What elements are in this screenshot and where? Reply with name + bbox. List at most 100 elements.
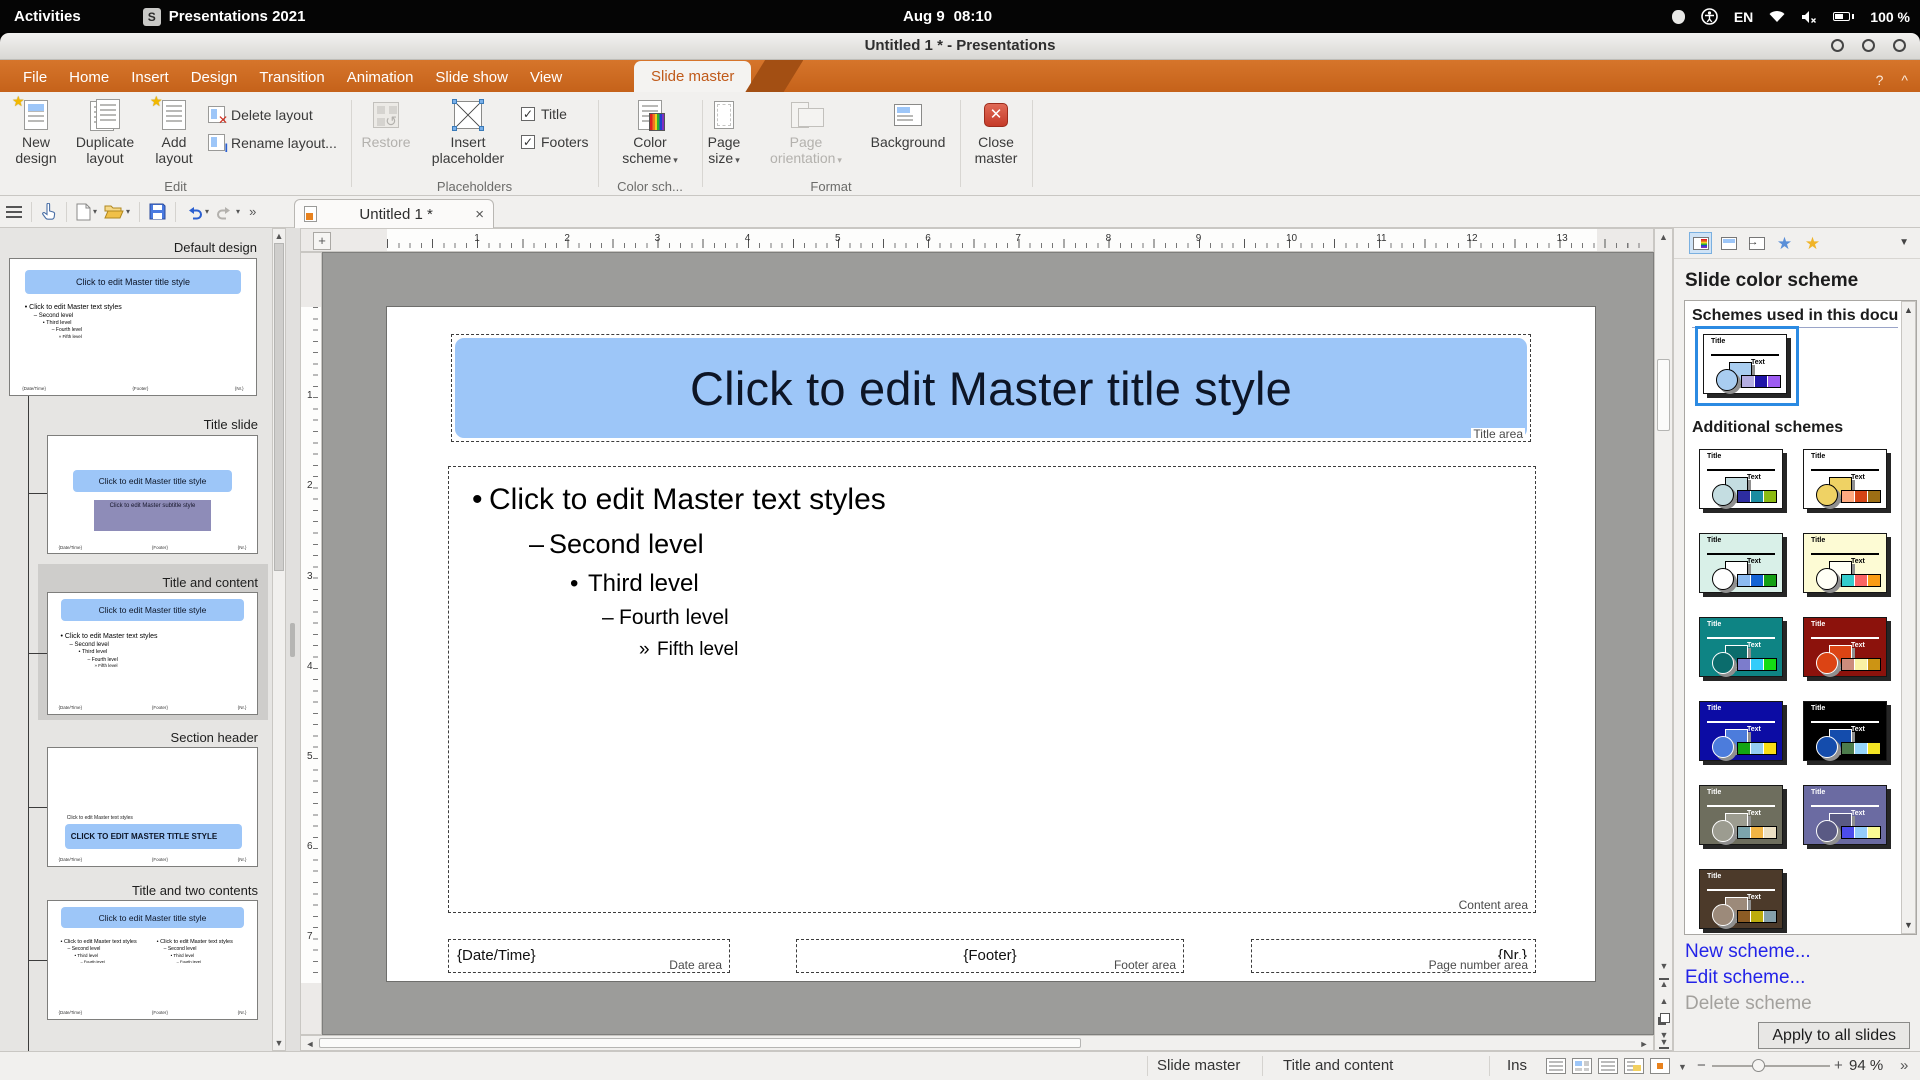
help-icon[interactable]: ? (1876, 72, 1884, 88)
color-scheme-thumbnail[interactable]: Title Text (1803, 533, 1887, 593)
scroll-up-icon[interactable]: ▲ (1902, 305, 1915, 315)
first-slide-icon[interactable]: ▲ (1656, 977, 1672, 992)
system-tray[interactable]: EN 100 % (1672, 0, 1910, 33)
activities-button[interactable]: Activities (14, 8, 81, 25)
insert-mode-status[interactable]: Ins (1507, 1057, 1527, 1074)
color-scheme-thumbnail[interactable]: Title Text (1803, 449, 1887, 509)
close-button[interactable] (1893, 39, 1906, 52)
master-text-level-1[interactable]: •Click to edit Master text styles (449, 481, 1535, 518)
last-slide-icon[interactable]: ▼ (1656, 1035, 1672, 1050)
content-placeholder[interactable]: •Click to edit Master text styles –Second… (448, 466, 1536, 913)
master-text-level-5[interactable]: »Fifth level (449, 638, 1535, 661)
ribbon-tab-view[interactable]: View (519, 62, 573, 92)
rename-layout-button[interactable]: IRename layout... (208, 134, 337, 151)
title-checkbox[interactable]: ✓Title (521, 106, 567, 122)
footers-checkbox[interactable]: ✓Footers (521, 134, 588, 150)
layout-thumbnail-content-selected[interactable]: Click to edit Master title style • Click… (47, 592, 258, 715)
notes-view-icon[interactable] (1624, 1058, 1644, 1074)
outline-view-icon[interactable] (1598, 1058, 1618, 1074)
close-document-icon[interactable]: × (475, 206, 484, 223)
panel-tab-favorites-blue-star-icon[interactable]: ★ (1773, 232, 1796, 254)
edit-scheme-link[interactable]: Edit scheme... (1685, 967, 1805, 989)
start-presentation-icon[interactable] (1650, 1058, 1670, 1074)
zoom-slider[interactable] (1712, 1065, 1830, 1067)
color-scheme-button[interactable]: Colorscheme▾ (612, 96, 688, 168)
panel-tab-color-scheme[interactable] (1689, 232, 1712, 254)
scroll-down-icon[interactable]: ▼ (1902, 920, 1915, 930)
ribbon-tab-slide-master[interactable]: Slide master (634, 61, 751, 92)
color-scheme-thumbnail[interactable]: Title Text (1699, 533, 1783, 593)
close-master-button[interactable]: ✕ Closemaster (964, 96, 1028, 166)
color-scheme-thumbnail[interactable]: Title Text (1699, 701, 1783, 761)
minimize-button[interactable] (1831, 39, 1844, 52)
color-scheme-thumbnail[interactable]: Title Text (1699, 785, 1783, 845)
ribbon-tab-design[interactable]: Design (180, 62, 249, 92)
ribbon-tab-home[interactable]: Home (58, 62, 120, 92)
ribbon-tab-file[interactable]: File (12, 62, 58, 92)
color-scheme-thumbnail[interactable]: Title Text (1699, 617, 1783, 677)
master-text-level-4[interactable]: –Fourth level (449, 605, 1535, 631)
title-placeholder[interactable]: Click to edit Master title style Title a… (451, 334, 1531, 442)
toolbar-overflow-icon[interactable]: » (249, 204, 256, 219)
footer-placeholder[interactable]: {Footer} Footer area (796, 939, 1184, 973)
redo-icon[interactable]: ▾ (216, 204, 240, 220)
insert-placeholder-button[interactable]: Insertplaceholder (424, 96, 512, 166)
maximize-button[interactable] (1862, 39, 1875, 52)
zoom-percentage[interactable]: 94 % (1849, 1057, 1883, 1074)
color-scheme-thumbnail[interactable]: Title Text (1803, 701, 1887, 761)
scroll-down-icon[interactable]: ▼ (1656, 959, 1672, 974)
accessibility-icon[interactable] (1701, 8, 1718, 25)
battery-icon[interactable] (1833, 12, 1854, 21)
page-orientation-button[interactable]: Pageorientation▾ (758, 96, 854, 168)
zoom-in-icon[interactable]: + (1834, 1057, 1843, 1074)
ribbon-tab-transition[interactable]: Transition (248, 62, 335, 92)
window-title-bar[interactable]: Untitled 1 * - Presentations (0, 33, 1920, 60)
panel-tab-favorites-star-icon[interactable]: ★ (1801, 232, 1824, 254)
layout-thumbnail-twocontent[interactable]: Click to edit Master title style • Click… (47, 900, 258, 1020)
normal-view-icon[interactable] (1546, 1058, 1566, 1074)
document-tab[interactable]: Untitled 1 * × (294, 199, 494, 228)
view-mode-status[interactable]: Slide master (1157, 1057, 1240, 1074)
master-text-level-3[interactable]: •Third level (449, 569, 1535, 598)
color-scheme-thumbnail[interactable]: Title Text (1699, 449, 1783, 509)
scroll-left-icon[interactable]: ◄ (303, 1038, 317, 1050)
layout-thumbnail-title[interactable]: Click to edit Master title style Click t… (47, 435, 258, 554)
keyboard-layout-indicator[interactable]: EN (1734, 9, 1753, 25)
page-number-placeholder[interactable]: {Nr.} Page number area (1251, 939, 1536, 973)
status-overflow-icon[interactable]: » (1900, 1057, 1908, 1074)
horizontal-scrollbar-thumb[interactable] (319, 1038, 1081, 1048)
clock[interactable]: Aug 9 08:10 (903, 0, 992, 33)
notification-icon[interactable] (1672, 10, 1685, 24)
slide-master-page[interactable]: Click to edit Master title style Title a… (386, 306, 1596, 982)
duplicate-layout-button[interactable]: Duplicatelayout (70, 96, 140, 166)
master-title-text[interactable]: Click to edit Master title style (690, 361, 1292, 416)
collapse-ribbon-icon[interactable]: ^ (1901, 72, 1908, 88)
delete-layout-button[interactable]: ✕Delete layout (208, 106, 313, 123)
new-scheme-link[interactable]: New scheme... (1685, 941, 1811, 963)
sidebar-scrollbar[interactable]: ▲ ▼ (272, 228, 286, 1051)
layout-name-status[interactable]: Title and content (1283, 1057, 1393, 1074)
color-scheme-thumbnail[interactable]: Title Text (1803, 785, 1887, 845)
menu-icon[interactable] (6, 206, 22, 218)
delete-scheme-link[interactable]: Delete scheme (1685, 993, 1812, 1015)
scroll-right-icon[interactable]: ► (1637, 1038, 1651, 1050)
scheme-list-scrollbar[interactable]: ▲ ▼ (1901, 301, 1916, 934)
zoom-slider-knob[interactable] (1752, 1059, 1765, 1072)
ruler-origin-icon[interactable]: + (313, 232, 331, 250)
slide-sorter-view-icon[interactable] (1572, 1058, 1592, 1074)
open-file-icon[interactable]: ▾ (104, 204, 130, 220)
color-scheme-thumbnail[interactable]: Title Text (1803, 617, 1887, 677)
hand-tool-icon[interactable] (41, 203, 57, 220)
undo-icon[interactable]: ▾ (185, 204, 209, 220)
panel-options-icon[interactable]: ▼ (1899, 237, 1909, 248)
add-layout-button[interactable]: ★ Addlayout (144, 96, 204, 166)
sidebar-scrollbar-thumb[interactable] (274, 243, 284, 571)
zoom-out-icon[interactable]: − (1697, 1057, 1706, 1074)
slide-navigator-icon[interactable] (1656, 1011, 1672, 1026)
master-text-level-2[interactable]: –Second level (449, 528, 1535, 561)
new-design-button[interactable]: ★ Newdesign (6, 96, 66, 166)
previous-slide-icon[interactable]: ▲ (1656, 994, 1672, 1009)
page-size-button[interactable]: Pagesize▾ (694, 96, 754, 168)
layout-thumbnail-section[interactable]: Click to edit Master text styles CLICK T… (47, 747, 258, 867)
focused-app-indicator[interactable]: S Presentations 2021 (143, 8, 306, 26)
